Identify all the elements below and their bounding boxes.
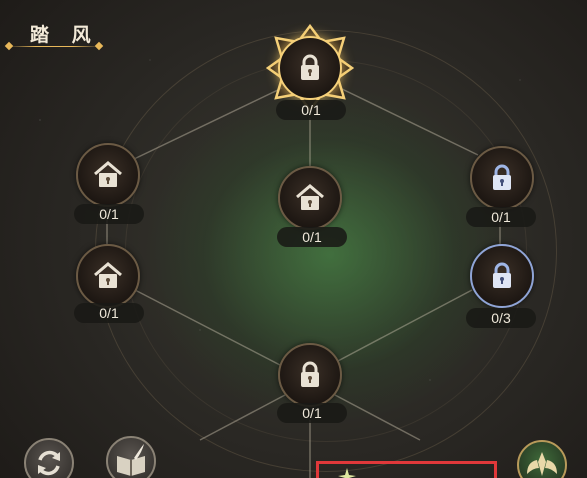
link-right-bottom <box>335 289 473 363</box>
refresh-button[interactable] <box>24 438 74 478</box>
skill-node-right-upper[interactable] <box>470 146 534 210</box>
node-count-left-lower: 0/1 <box>74 303 144 323</box>
emblem-button[interactable] <box>517 440 567 478</box>
codex-button[interactable] <box>106 436 156 478</box>
lock-icon <box>294 52 326 84</box>
skill-tree-screen: 踏 风 0/1 0/1 0/1 0/1 0/1 0/3 0/1 <box>0 0 587 478</box>
blue-lock-icon <box>486 162 518 194</box>
refresh-icon <box>38 450 60 476</box>
node-count-right-upper: 0/1 <box>466 207 536 227</box>
lock-icon <box>294 359 326 391</box>
blue-lock-icon <box>486 260 518 292</box>
house-lock-icon <box>92 159 124 191</box>
link-bottom-out-right <box>334 394 421 441</box>
sparkle-icon <box>338 468 356 478</box>
title-banner: 踏 风 <box>4 18 104 52</box>
skill-node-right-lower[interactable] <box>470 244 534 308</box>
node-count-right-lower: 0/3 <box>466 308 536 328</box>
node-count-left-upper: 0/1 <box>74 204 144 224</box>
node-count-top: 0/1 <box>276 100 346 120</box>
wing-emblem-icon <box>527 452 557 476</box>
house-lock-icon <box>294 182 326 214</box>
skill-node-left-upper[interactable] <box>76 143 140 207</box>
page-title: 踏 风 <box>30 24 99 46</box>
skill-node-center[interactable] <box>278 166 342 230</box>
link-left-bottom <box>134 289 281 366</box>
book-quill-icon <box>117 444 145 476</box>
title-underline <box>8 46 100 47</box>
skill-node-top[interactable] <box>266 24 354 112</box>
house-lock-icon <box>92 260 124 292</box>
link-top-right <box>339 87 479 156</box>
node-count-center: 0/1 <box>277 227 347 247</box>
link-top-left <box>131 87 283 161</box>
link-bottom-out-left <box>199 394 286 441</box>
highlight-frame[interactable] <box>316 461 497 478</box>
skill-node-left-lower[interactable] <box>76 244 140 308</box>
skill-node-bottom[interactable] <box>278 343 342 407</box>
node-count-bottom: 0/1 <box>277 403 347 423</box>
